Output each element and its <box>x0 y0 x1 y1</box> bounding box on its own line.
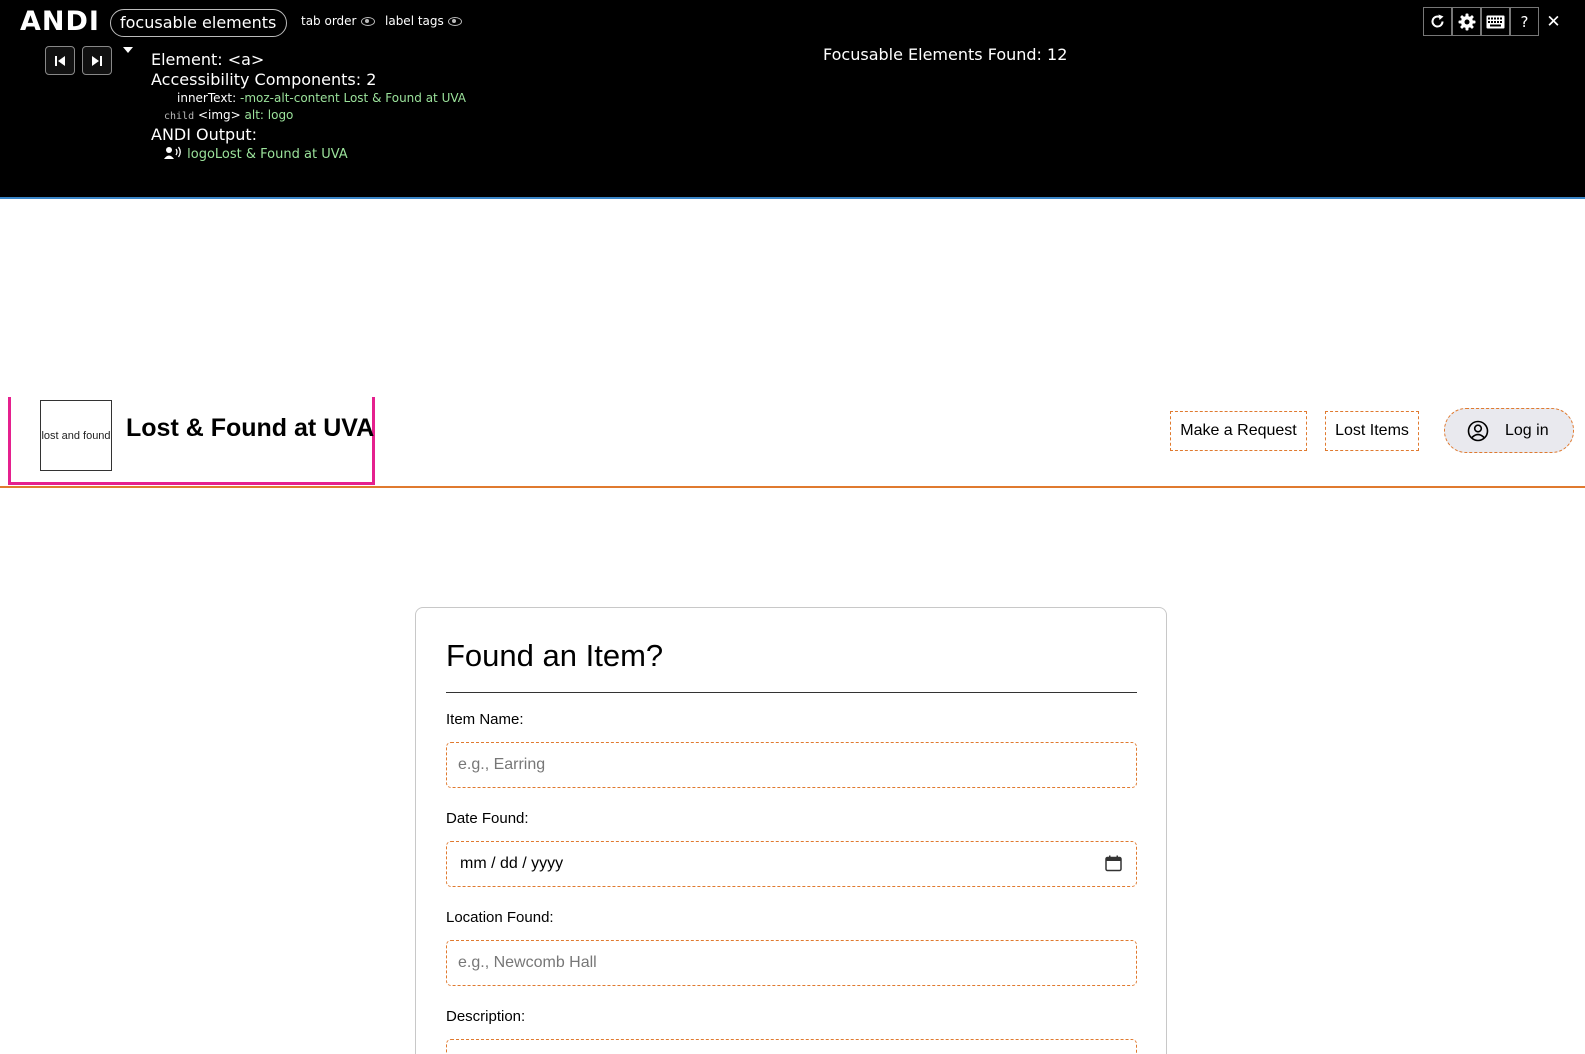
make-request-link[interactable]: Make a Request <box>1170 411 1307 451</box>
andi-toolbar: ANDI focusable elements tab order label … <box>0 0 1585 199</box>
help-icon: ? <box>1520 12 1529 31</box>
site-logo: lost and found <box>40 400 112 471</box>
speaker-icon <box>164 146 181 159</box>
andi-mode-label: focusable elements <box>120 13 277 32</box>
output-part-1: logo <box>187 147 215 162</box>
focusable-found-count: Focusable Elements Found: 12 <box>823 45 1068 64</box>
output-part-2: Lost & Found at UVA <box>214 147 348 162</box>
found-item-form: Found an Item? Item Name: e.g., Earring … <box>415 607 1167 1054</box>
site-title[interactable]: Lost & Found at UVA <box>126 414 374 443</box>
settings-button[interactable] <box>1452 7 1481 36</box>
user-circle-icon <box>1467 420 1489 441</box>
close-icon: ✕ <box>1546 11 1561 32</box>
label-tags-label: label tags <box>385 14 444 28</box>
calendar-icon[interactable] <box>1105 855 1122 872</box>
date-found-input[interactable]: mm / dd / yyyy <box>446 841 1137 887</box>
description-label: Description: <box>446 1008 526 1025</box>
eye-icon <box>360 16 375 26</box>
gear-icon <box>1458 13 1475 30</box>
keyboard-icon <box>1486 15 1505 28</box>
login-label: Log in <box>1505 421 1549 439</box>
tab-order-label: tab order <box>301 14 357 28</box>
label-tags-toggle[interactable]: label tags <box>385 14 462 28</box>
location-found-input[interactable]: e.g., Newcomb Hall <box>446 940 1137 986</box>
date-found-label: Date Found: <box>446 810 529 827</box>
item-name-input[interactable]: e.g., Earring <box>446 742 1137 788</box>
output-row: logoLost & Found at UVA <box>151 145 466 165</box>
keyboard-button[interactable] <box>1481 7 1510 36</box>
date-found-value: mm / dd / yyyy <box>460 855 564 872</box>
form-title: Found an Item? <box>446 638 664 673</box>
login-button[interactable]: Log in <box>1444 408 1574 453</box>
andi-mode-select[interactable]: focusable elements <box>110 9 287 53</box>
child-row: child <img> alt: logo <box>151 107 466 125</box>
lost-items-link[interactable]: Lost Items <box>1325 411 1419 451</box>
child-tag: <img> <box>197 108 241 122</box>
help-button[interactable]: ? <box>1510 7 1539 36</box>
child-label: child <box>164 111 195 122</box>
next-element-button[interactable] <box>82 46 112 75</box>
item-name-placeholder: e.g., Earring <box>458 756 546 773</box>
skip-next-icon <box>92 55 102 66</box>
andi-logo: ANDI <box>20 6 100 37</box>
description-input[interactable] <box>446 1039 1137 1054</box>
previous-element-button[interactable] <box>45 46 75 75</box>
child-attr: alt: logo <box>244 108 294 122</box>
inner-text-label: innerText: <box>177 91 237 105</box>
site-header: lost and found Lost & Found at UVA Make … <box>0 397 1585 488</box>
logo-text: lost and found <box>41 429 111 442</box>
inner-text-row: innerText: -moz-alt-content Lost & Found… <box>151 90 466 107</box>
output-label: ANDI Output: <box>151 125 258 144</box>
inner-text-value: -moz-alt-content Lost & Found at UVA <box>240 91 467 105</box>
components-line: Accessibility Components: 2 <box>151 70 377 89</box>
skip-previous-icon <box>55 55 65 66</box>
title-divider <box>446 692 1137 693</box>
element-line: Element: <a> <box>151 50 265 69</box>
item-name-label: Item Name: <box>446 711 524 728</box>
refresh-icon <box>1431 14 1444 28</box>
eye-icon <box>447 16 462 26</box>
tab-order-toggle[interactable]: tab order <box>301 14 375 28</box>
caret-down-icon <box>123 46 133 53</box>
close-andi-button[interactable]: ✕ <box>1539 7 1568 36</box>
location-found-placeholder: e.g., Newcomb Hall <box>458 954 597 971</box>
element-info: Element: <a> Accessibility Components: 2… <box>151 50 466 165</box>
refresh-button[interactable] <box>1423 7 1452 36</box>
location-found-label: Location Found: <box>446 909 554 926</box>
